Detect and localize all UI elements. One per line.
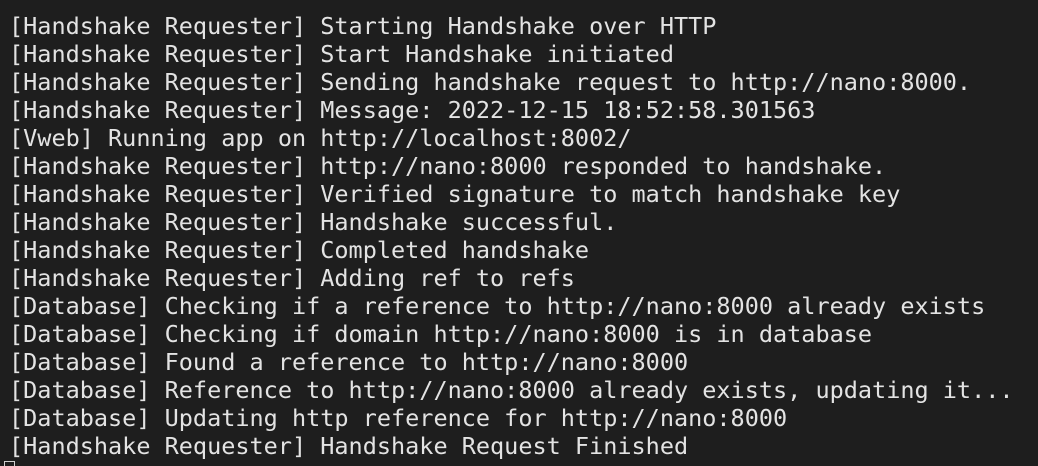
log-line: [Database] Checking if a reference to ht… xyxy=(9,292,986,320)
log-line: [Database] Reference to http://nano:8000… xyxy=(9,376,1014,404)
log-line: [Handshake Requester] Message: 2022-12-1… xyxy=(9,96,816,124)
terminal-output: [Handshake Requester] Starting Handshake… xyxy=(9,12,1014,460)
log-line: [Handshake Requester] http://nano:8000 r… xyxy=(9,152,887,180)
log-line: [Database] Found a reference to http://n… xyxy=(9,348,689,376)
log-line: [Database] Updating http reference for h… xyxy=(9,404,788,432)
log-line: [Handshake Requester] Verified signature… xyxy=(9,180,901,208)
log-line: [Handshake Requester] Handshake successf… xyxy=(9,208,618,236)
log-line: [Database] Checking if domain http://nan… xyxy=(9,320,873,348)
log-line: [Handshake Requester] Completed handshak… xyxy=(9,236,590,264)
log-line: [Vweb] Running app on http://localhost:8… xyxy=(9,124,632,152)
terminal-window[interactable]: [Handshake Requester] Starting Handshake… xyxy=(0,0,1038,466)
log-line: [Handshake Requester] Handshake Request … xyxy=(9,432,689,460)
log-line: [Handshake Requester] Sending handshake … xyxy=(9,68,972,96)
log-line: [Handshake Requester] Starting Handshake… xyxy=(9,12,717,40)
terminal-cursor xyxy=(4,461,15,466)
log-line: [Handshake Requester] Start Handshake in… xyxy=(9,40,674,68)
log-line: [Handshake Requester] Adding ref to refs xyxy=(9,264,575,292)
